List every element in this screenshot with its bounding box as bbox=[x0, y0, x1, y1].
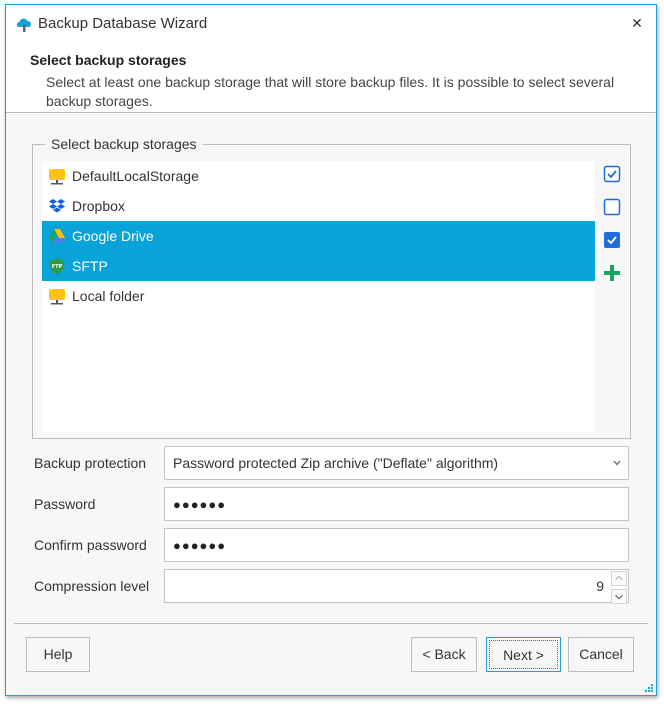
wizard-header: Select backup storages Select at least o… bbox=[6, 43, 656, 113]
next-button[interactable]: Next > bbox=[486, 637, 561, 672]
list-item[interactable]: Local folder bbox=[42, 281, 595, 311]
compression-level-label: Compression level bbox=[34, 578, 150, 594]
wizard-window: Backup Database Wizard ✕ Select backup s… bbox=[5, 4, 657, 696]
storages-legend: Select backup storages bbox=[45, 136, 203, 152]
uncheck-all-icon[interactable] bbox=[603, 198, 621, 216]
list-item-label: Google Drive bbox=[72, 228, 154, 244]
confirm-password-field[interactable]: ●●●●●● bbox=[164, 528, 629, 562]
backup-protection-row: Backup protection Password protected Zip… bbox=[32, 446, 632, 480]
spin-buttons bbox=[611, 571, 627, 604]
compression-level-value: 9 bbox=[596, 578, 604, 594]
list-item-label: DefaultLocalStorage bbox=[72, 168, 199, 184]
backup-protection-label: Backup protection bbox=[34, 455, 147, 471]
compression-level-row: Compression level 9 bbox=[32, 569, 632, 604]
local-folder-icon bbox=[49, 289, 65, 305]
compression-level-spinner[interactable]: 9 bbox=[164, 569, 629, 604]
check-all-icon[interactable] bbox=[603, 165, 621, 183]
footer-divider bbox=[14, 623, 648, 624]
spin-down-icon[interactable] bbox=[611, 589, 627, 604]
window-title: Backup Database Wizard bbox=[38, 15, 208, 32]
storages-groupbox: Select backup storages DefaultLocalStora… bbox=[32, 136, 631, 439]
list-item[interactable]: Dropbox bbox=[42, 191, 595, 221]
storage-list[interactable]: DefaultLocalStorage Dropbox Google Drive bbox=[42, 161, 595, 432]
page-title: Select backup storages bbox=[30, 52, 187, 68]
confirm-password-row: Confirm password ●●●●●● bbox=[32, 528, 632, 562]
local-storage-icon bbox=[49, 169, 65, 185]
confirm-password-label: Confirm password bbox=[34, 537, 147, 553]
check-selected-icon[interactable] bbox=[603, 231, 621, 249]
help-button[interactable]: Help bbox=[26, 637, 90, 672]
add-storage-icon[interactable] bbox=[603, 264, 621, 282]
next-button-label: Next > bbox=[489, 640, 558, 669]
backup-protection-value: Password protected Zip archive ("Deflate… bbox=[173, 455, 499, 471]
list-item-label: Dropbox bbox=[72, 198, 125, 214]
list-item-label: Local folder bbox=[72, 288, 145, 304]
password-field[interactable]: ●●●●●● bbox=[164, 487, 629, 521]
password-label: Password bbox=[34, 496, 96, 512]
list-item-label: SFTP bbox=[72, 258, 108, 274]
list-item[interactable]: Google Drive bbox=[42, 221, 595, 251]
backup-protection-select[interactable]: Password protected Zip archive ("Deflate… bbox=[164, 446, 629, 480]
title-bar[interactable]: Backup Database Wizard ✕ bbox=[6, 5, 656, 43]
chevron-down-icon bbox=[613, 460, 621, 466]
cancel-button[interactable]: Cancel bbox=[568, 637, 634, 672]
page-description: Select at least one backup storage that … bbox=[46, 74, 615, 109]
close-icon: ✕ bbox=[631, 15, 643, 31]
resize-grip-icon[interactable] bbox=[644, 683, 654, 693]
spin-up-icon[interactable] bbox=[611, 571, 627, 586]
storage-tools bbox=[603, 165, 623, 297]
cloud-upload-icon bbox=[16, 18, 31, 32]
list-item[interactable]: FTP SFTP bbox=[42, 251, 595, 281]
back-button[interactable]: < Back bbox=[411, 637, 477, 672]
password-row: Password ●●●●●● bbox=[32, 487, 632, 521]
close-button[interactable]: ✕ bbox=[626, 12, 648, 34]
svg-text:FTP: FTP bbox=[52, 264, 63, 270]
list-item[interactable]: DefaultLocalStorage bbox=[42, 161, 595, 191]
google-drive-icon bbox=[49, 229, 65, 243]
dropbox-icon bbox=[49, 199, 65, 213]
sftp-icon: FTP bbox=[50, 258, 64, 274]
